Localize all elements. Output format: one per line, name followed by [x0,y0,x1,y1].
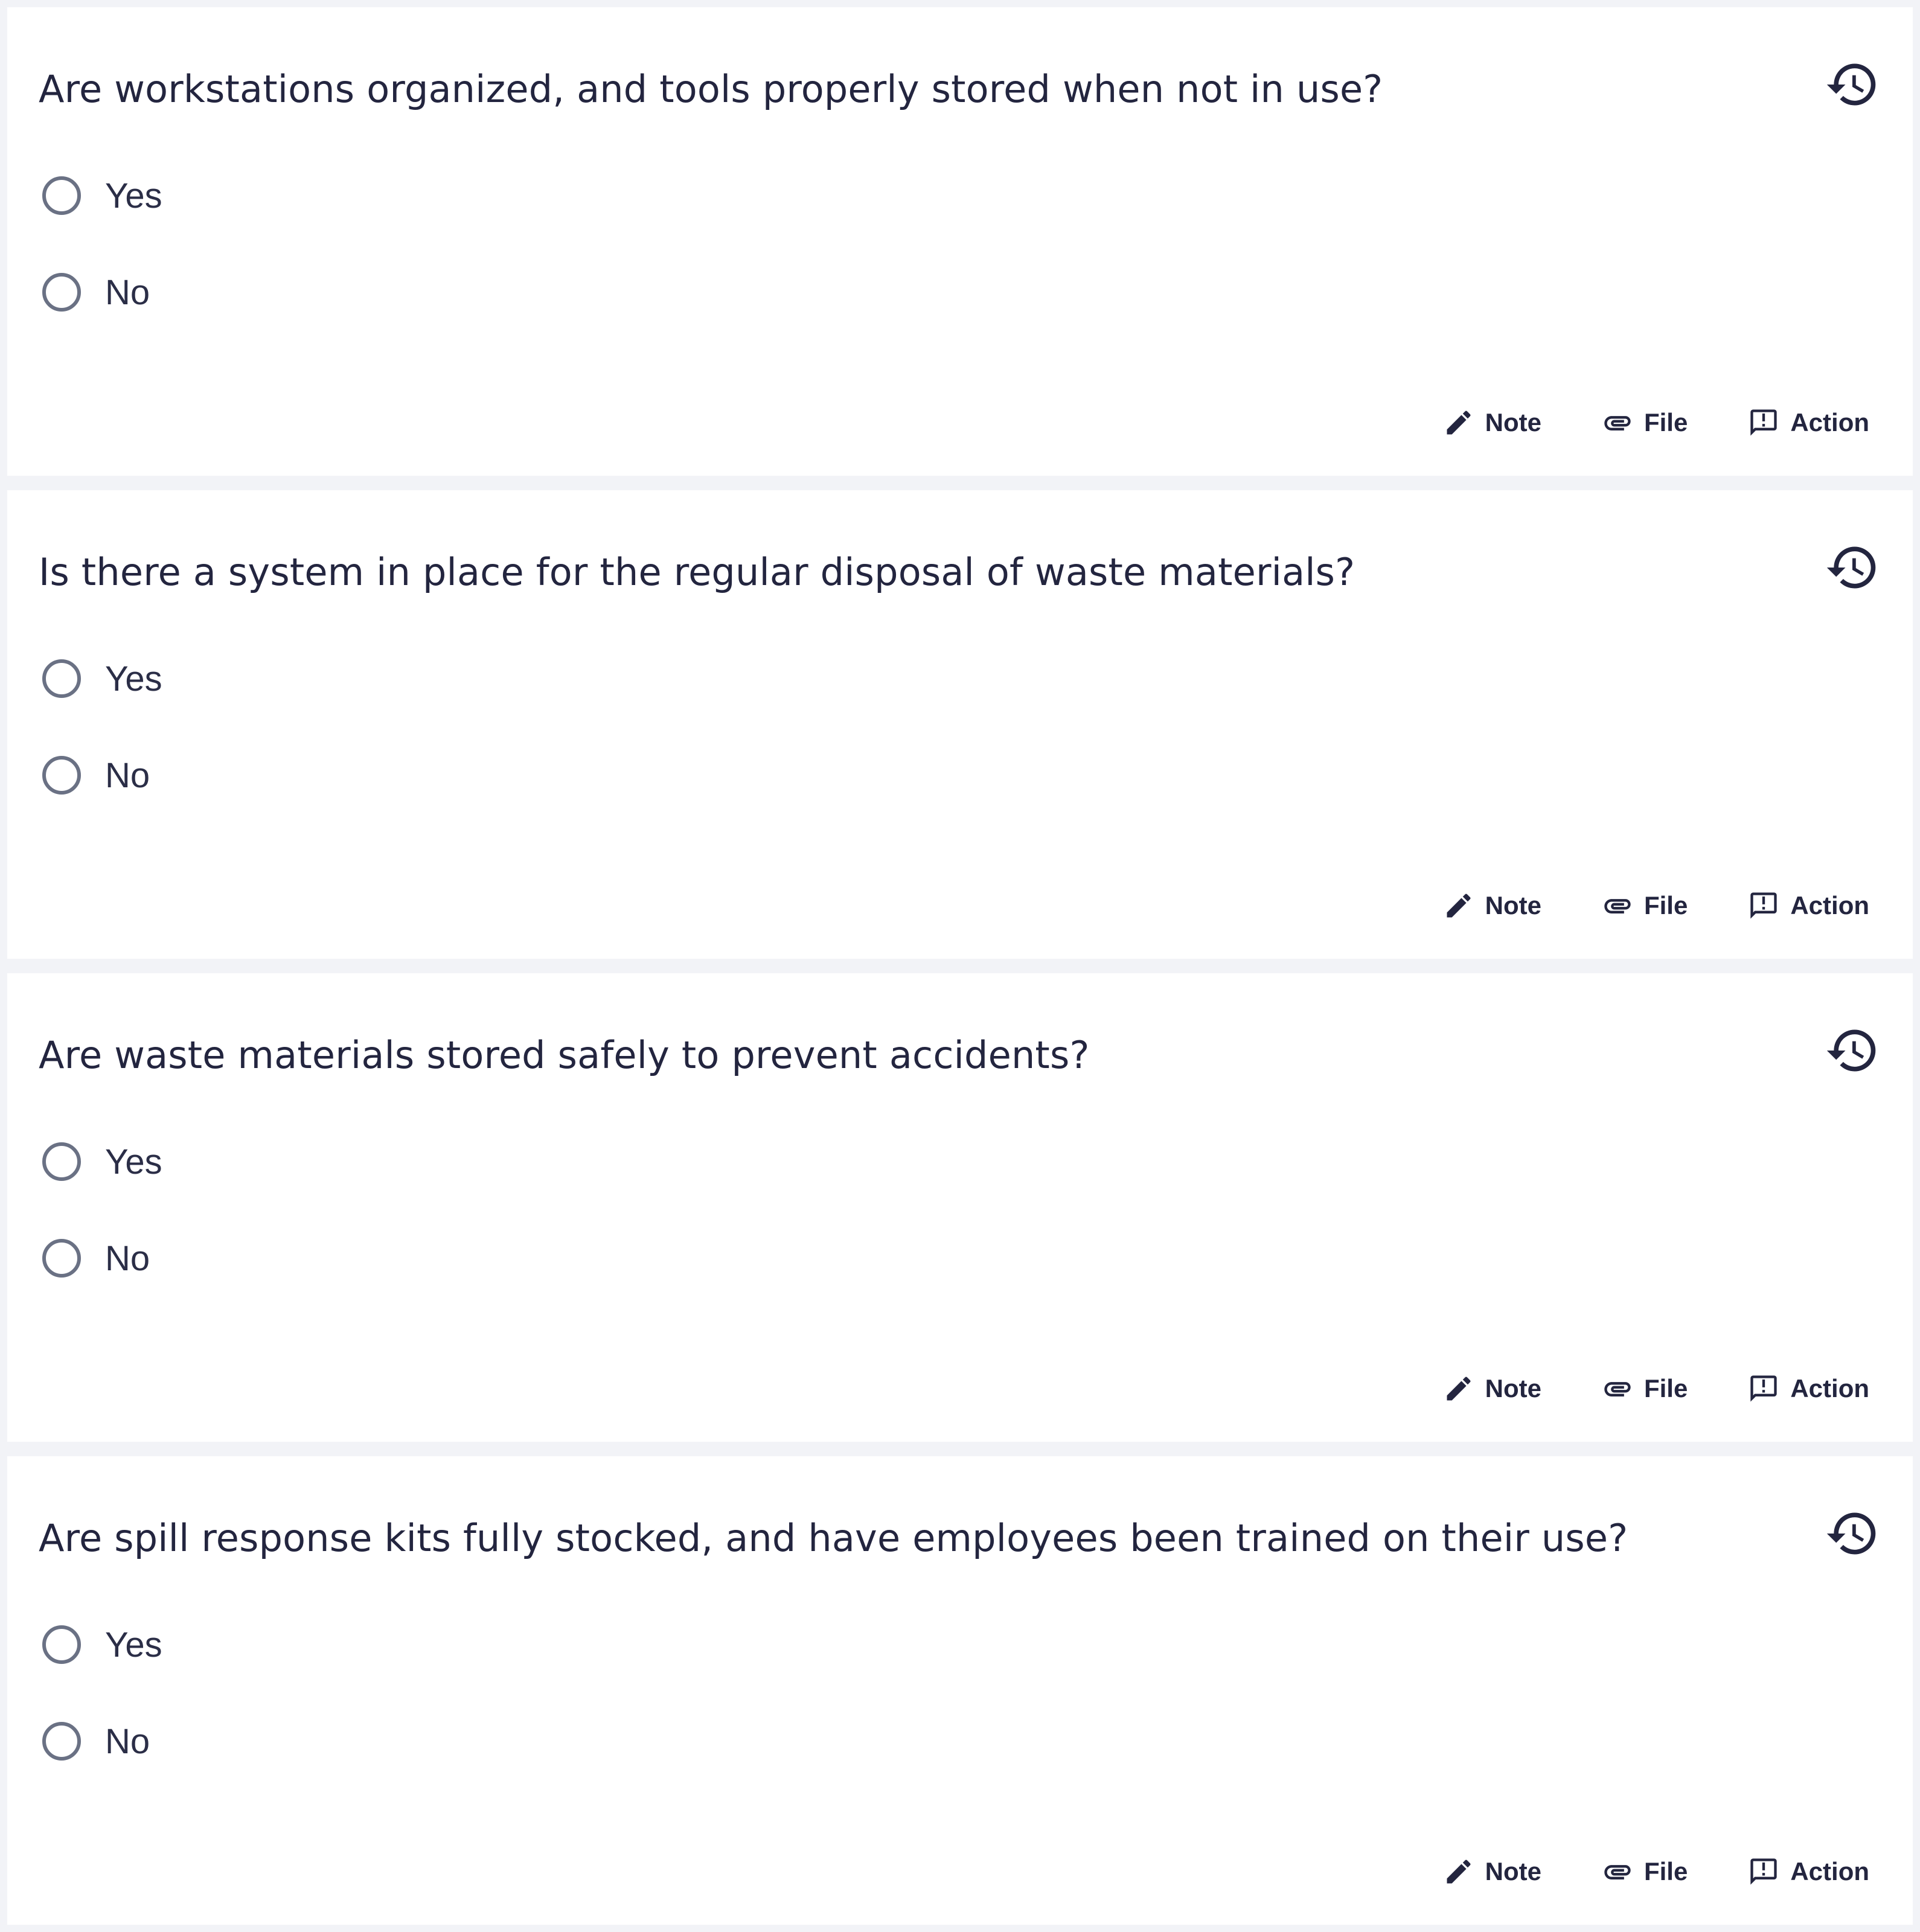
option-label: No [105,272,150,312]
history-icon [1826,1029,1876,1072]
question-actions: Note File Action [1443,1364,1869,1413]
note-button[interactable]: Note [1443,407,1541,438]
note-button[interactable]: Note [1443,1856,1541,1887]
action-button[interactable]: Action [1748,1373,1869,1404]
pencil-icon [1447,1860,1471,1884]
action-button[interactable]: Action [1748,1856,1869,1887]
history-icon [1826,1512,1876,1555]
file-label: File [1643,891,1688,920]
answer-options: Yes No [42,1137,162,1282]
option-yes[interactable]: Yes [42,1620,162,1669]
action-label: Action [1790,891,1869,920]
radio-button[interactable] [42,1722,81,1761]
file-button[interactable]: File [1602,1856,1688,1887]
history-icon [1826,63,1876,106]
radio-button[interactable] [42,176,81,215]
answer-options: Yes No [42,171,162,316]
pencil-icon [1447,894,1471,918]
paperclip-icon [1604,1865,1631,1879]
pencil-icon [1447,411,1471,435]
pencil-icon [1447,1377,1471,1401]
history-button[interactable] [1825,1023,1880,1078]
option-label: Yes [105,1142,162,1182]
note-label: Note [1485,1857,1541,1886]
question-card: Are workstations organized, and tools pr… [7,7,1913,476]
radio-button[interactable] [42,1625,81,1664]
radio-button[interactable] [42,1142,81,1181]
file-label: File [1643,408,1688,437]
action-label: Action [1790,1374,1869,1403]
paperclip-icon [1604,1382,1631,1396]
radio-button[interactable] [42,659,81,698]
question-card: Are waste materials stored safely to pre… [7,973,1913,1442]
action-button[interactable]: Action [1748,407,1869,438]
file-button[interactable]: File [1602,890,1688,921]
history-button[interactable] [1825,1506,1880,1561]
file-button[interactable]: File [1602,1373,1688,1404]
option-no[interactable]: No [42,751,162,799]
answer-options: Yes No [42,1620,162,1765]
note-button[interactable]: Note [1443,1373,1541,1404]
question-actions: Note File Action [1443,1847,1869,1896]
option-no[interactable]: No [42,268,162,316]
note-button[interactable]: Note [1443,890,1541,921]
option-yes[interactable]: Yes [42,654,162,703]
file-button[interactable]: File [1602,407,1688,438]
option-label: No [105,1721,150,1761]
action-button[interactable]: Action [1748,890,1869,921]
feedback-icon [1750,409,1778,436]
option-label: Yes [105,176,162,216]
file-label: File [1643,1374,1688,1403]
radio-button[interactable] [42,273,81,312]
question-card: Is there a system in place for the regul… [7,490,1913,959]
history-button[interactable] [1825,57,1880,112]
question-text: Are waste materials stored safely to pre… [39,1033,1090,1077]
question-text: Are workstations organized, and tools pr… [39,67,1383,111]
answer-options: Yes No [42,654,162,799]
option-label: Yes [105,1625,162,1665]
feedback-icon [1750,892,1778,919]
feedback-icon [1750,1858,1778,1885]
option-label: No [105,755,150,795]
option-label: Yes [105,659,162,699]
feedback-icon [1750,1375,1778,1402]
question-card: Are spill response kits fully stocked, a… [7,1456,1913,1925]
paperclip-icon [1604,899,1631,913]
note-label: Note [1485,408,1541,437]
note-label: Note [1485,1374,1541,1403]
history-button[interactable] [1825,540,1880,595]
action-label: Action [1790,408,1869,437]
file-label: File [1643,1857,1688,1886]
option-no[interactable]: No [42,1717,162,1765]
radio-button[interactable] [42,1239,81,1278]
question-text: Are spill response kits fully stocked, a… [39,1516,1628,1560]
note-label: Note [1485,891,1541,920]
option-no[interactable]: No [42,1234,162,1282]
history-icon [1826,546,1876,589]
option-yes[interactable]: Yes [42,171,162,220]
radio-button[interactable] [42,756,81,795]
option-yes[interactable]: Yes [42,1137,162,1186]
action-label: Action [1790,1857,1869,1886]
option-label: No [105,1238,150,1278]
question-text: Is there a system in place for the regul… [39,550,1355,594]
question-actions: Note File Action [1443,398,1869,447]
inspection-page: Are workstations organized, and tools pr… [0,0,1920,1932]
question-actions: Note File Action [1443,881,1869,930]
paperclip-icon [1604,416,1631,430]
